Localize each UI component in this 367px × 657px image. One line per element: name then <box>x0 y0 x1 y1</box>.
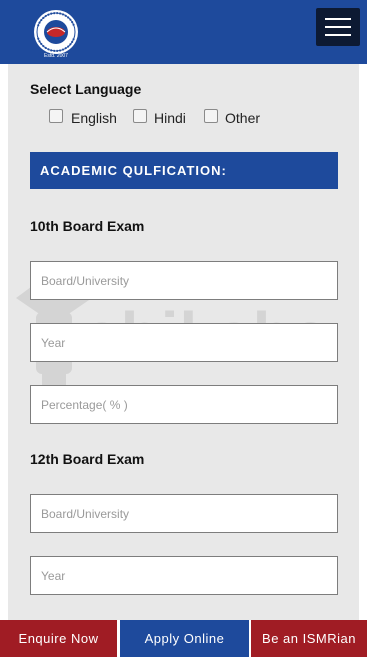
hamburger-menu-icon[interactable] <box>316 8 360 46</box>
academic-qualification-title: ACADEMIC QULFICATION: <box>40 163 227 178</box>
tenth-percentage-input[interactable]: Percentage( % ) <box>30 385 338 424</box>
checkbox-english[interactable] <box>49 109 63 123</box>
tenth-board-university-input[interactable]: Board/University <box>30 261 338 300</box>
site-header: Estd. 2007 <box>0 0 367 64</box>
tenth-year-input[interactable]: Year <box>30 323 338 362</box>
tenth-percentage-placeholder: Percentage( % ) <box>41 398 128 412</box>
school-seal-logo[interactable]: Estd. 2007 <box>30 8 82 60</box>
academic-qualification-banner: ACADEMIC QULFICATION: <box>30 152 338 189</box>
twelfth-year-placeholder: Year <box>41 569 66 583</box>
checkbox-other-label[interactable]: Other <box>225 110 260 126</box>
logo-caption: Estd. 2007 <box>44 53 68 59</box>
checkbox-english-label[interactable]: English <box>71 110 117 126</box>
checkbox-hindi[interactable] <box>133 109 147 123</box>
select-language-heading: Select Language <box>30 81 142 97</box>
be-an-ismrian-button[interactable]: Be an ISMRian <box>251 620 367 657</box>
enquire-now-button[interactable]: Enquire Now <box>0 620 117 657</box>
tenth-board-heading: 10th Board Exam <box>30 218 145 234</box>
apply-online-button[interactable]: Apply Online <box>120 620 249 657</box>
twelfth-board-university-placeholder: Board/University <box>41 507 130 521</box>
twelfth-board-university-input[interactable]: Board/University <box>30 494 338 533</box>
twelfth-year-input[interactable]: Year <box>30 556 338 595</box>
checkbox-hindi-label[interactable]: Hindi <box>154 110 186 126</box>
tenth-year-placeholder: Year <box>41 336 66 350</box>
tenth-board-university-placeholder: Board/University <box>41 274 130 288</box>
bottom-action-bar: Enquire Now Apply Online Be an ISMRian <box>0 620 367 657</box>
checkbox-other[interactable] <box>204 109 218 123</box>
twelfth-board-heading: 12th Board Exam <box>30 451 145 467</box>
